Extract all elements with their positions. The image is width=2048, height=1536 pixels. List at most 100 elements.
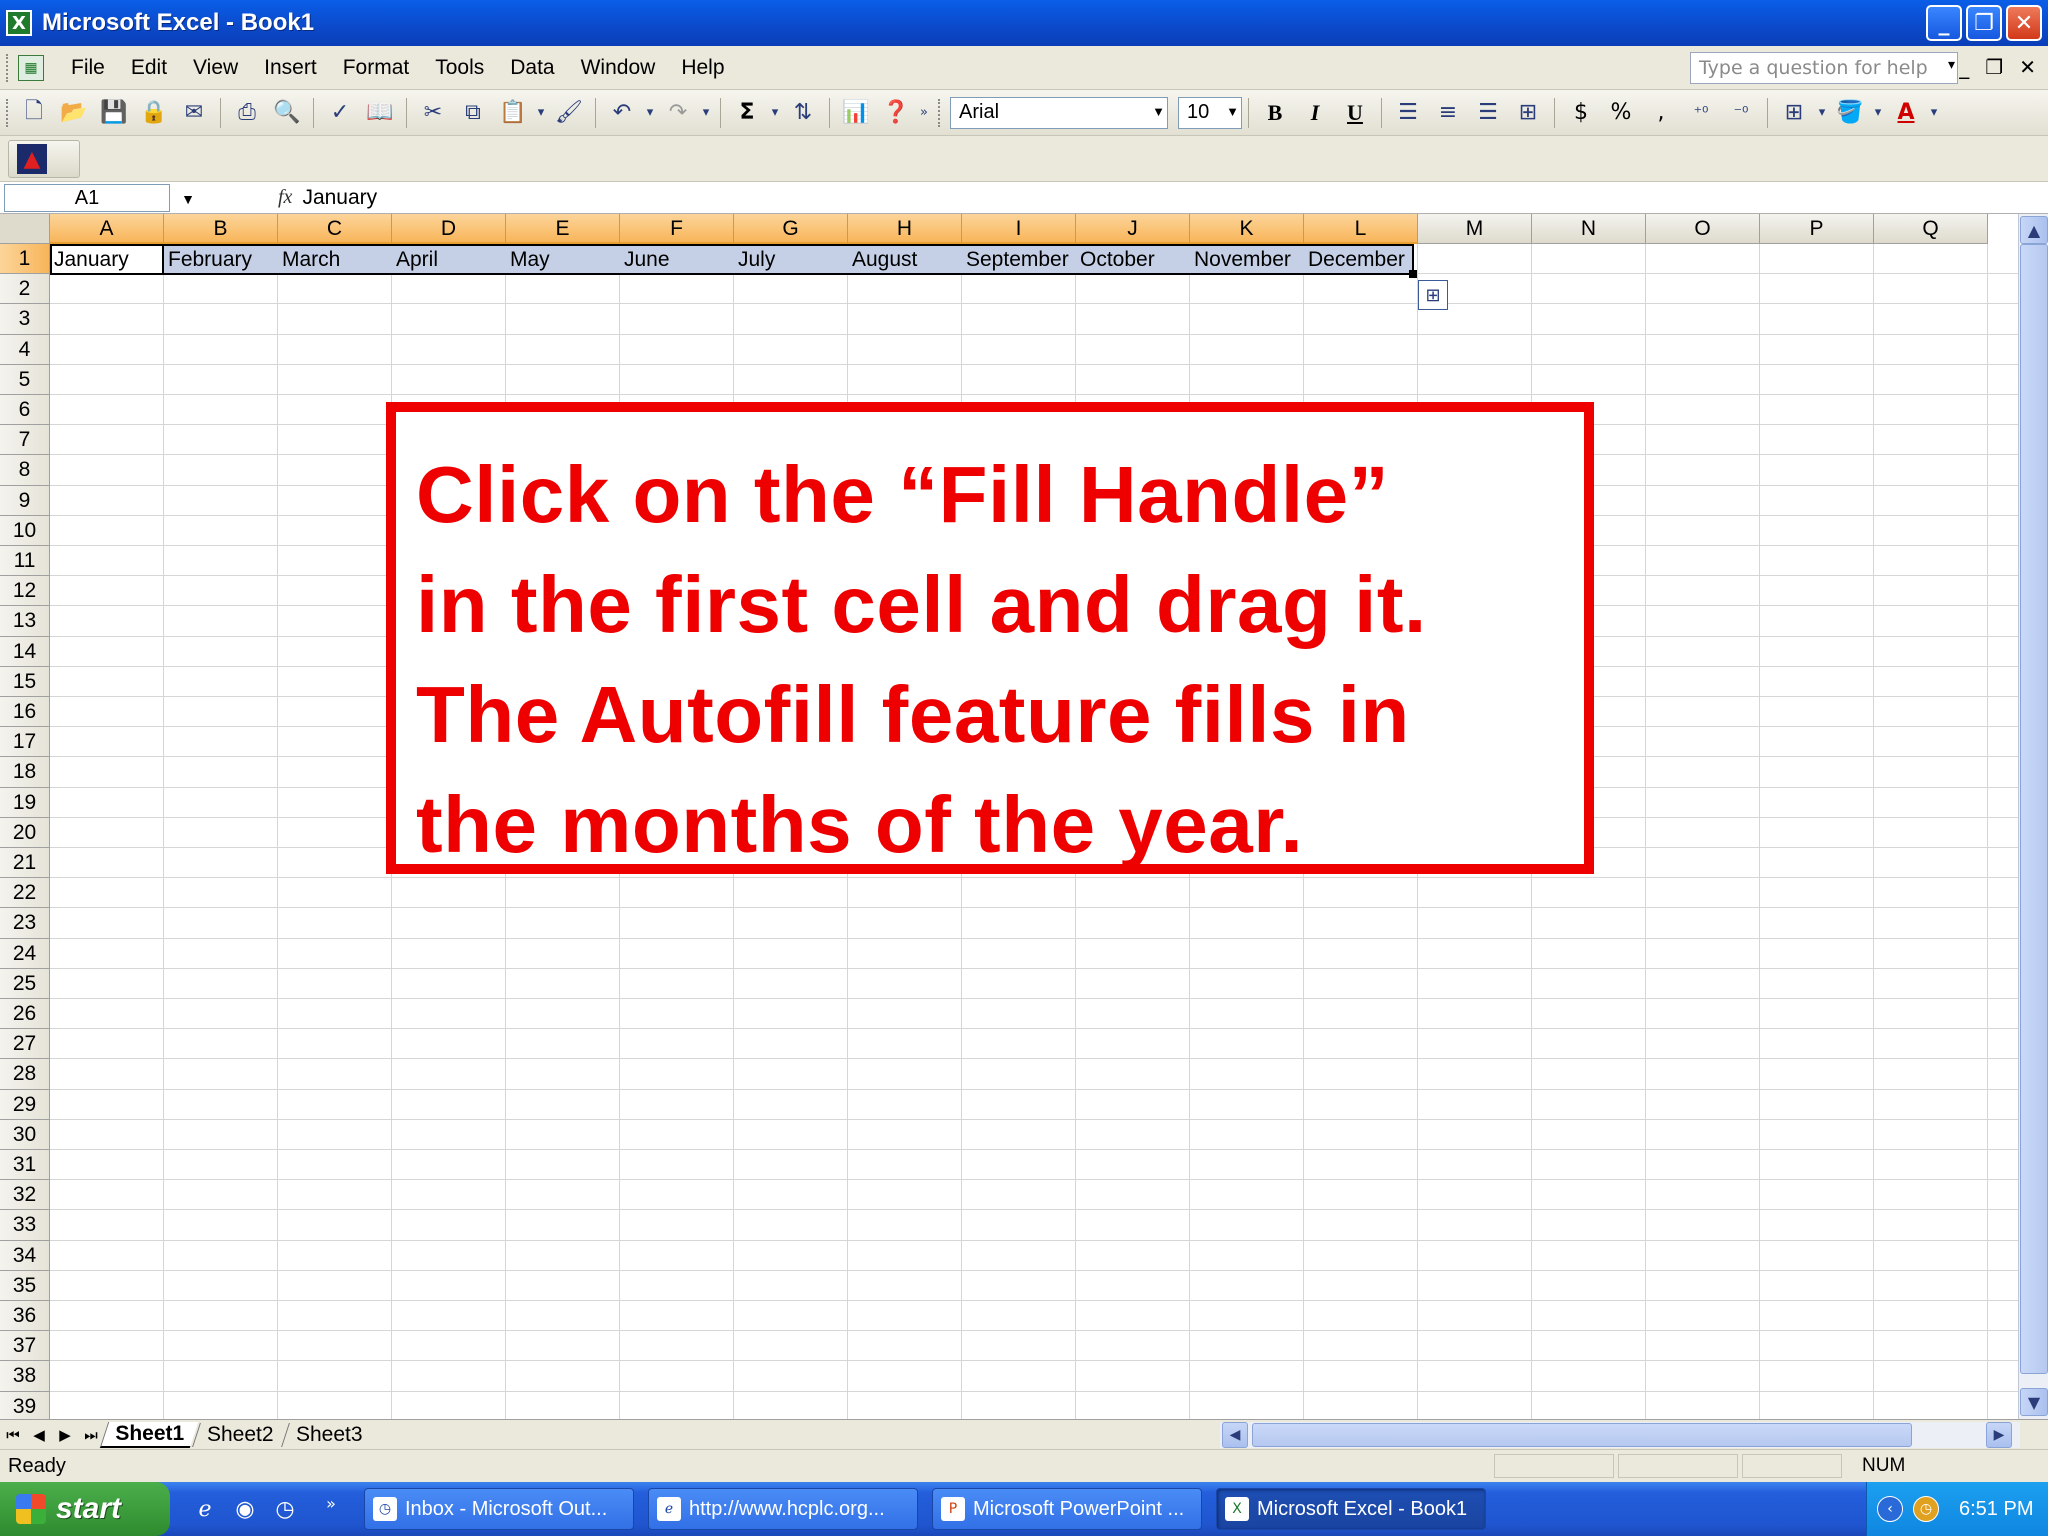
column-header-e[interactable]: E <box>506 214 620 244</box>
cell-d1[interactable]: April <box>393 246 505 274</box>
autosum-dropdown-icon[interactable]: ▾ <box>767 96 783 130</box>
bold-button[interactable]: B <box>1258 96 1292 130</box>
menu-window[interactable]: Window <box>568 56 669 80</box>
cell-a1[interactable]: January <box>51 246 163 274</box>
vertical-scrollbar[interactable]: ▲ ▼ <box>2018 214 2048 1419</box>
borders-icon[interactable]: ⊞ <box>1777 96 1811 130</box>
scroll-left-icon[interactable]: ◀ <box>1222 1422 1248 1448</box>
cell-l1[interactable]: December <box>1305 246 1417 274</box>
column-header-m[interactable]: M <box>1418 214 1532 244</box>
italic-button[interactable]: I <box>1298 96 1332 130</box>
redo-icon[interactable]: ↷ <box>661 96 695 130</box>
quicklaunch-more-icon[interactable]: » <box>316 1488 346 1518</box>
sheet-tab-sheet1[interactable]: Sheet1 <box>99 1421 199 1448</box>
scroll-up-icon[interactable]: ▲ <box>2020 216 2048 244</box>
font-color-icon[interactable]: A <box>1889 96 1923 130</box>
row-header-17[interactable]: 17 <box>0 727 50 758</box>
decrease-decimal-icon[interactable]: ⁻⁰ <box>1724 96 1758 130</box>
cell-k1[interactable]: November <box>1191 246 1303 274</box>
row-header-21[interactable]: 21 <box>0 848 50 879</box>
insert-function-icon[interactable]: fx <box>278 186 292 209</box>
row-header-22[interactable]: 22 <box>0 878 50 909</box>
cell-j1[interactable]: October <box>1077 246 1189 274</box>
fill-handle[interactable] <box>1409 270 1417 278</box>
chart-wizard-icon[interactable]: 📊 <box>839 96 873 130</box>
format-toolbar-grip[interactable] <box>938 98 946 127</box>
cell-c1[interactable]: March <box>279 246 391 274</box>
font-size-select[interactable]: 10 ▼ <box>1178 96 1242 129</box>
font-name-select[interactable]: Arial ▼ <box>950 96 1168 129</box>
chevron-down-icon[interactable]: ▼ <box>1152 104 1165 119</box>
column-header-g[interactable]: G <box>734 214 848 244</box>
align-center-icon[interactable]: ≡ <box>1431 96 1465 130</box>
scroll-right-icon[interactable]: ▶ <box>1986 1422 2012 1448</box>
cell-e1[interactable]: May <box>507 246 619 274</box>
sheet-tab-sheet3[interactable]: Sheet3 <box>281 1422 377 1447</box>
menu-format[interactable]: Format <box>330 56 423 80</box>
chevron-down-icon[interactable]: ▾ <box>1948 57 1955 73</box>
menu-help[interactable]: Help <box>668 56 737 80</box>
column-header-f[interactable]: F <box>620 214 734 244</box>
align-right-icon[interactable]: ☰ <box>1471 96 1505 130</box>
scroll-down-icon[interactable]: ▼ <box>2020 1388 2048 1416</box>
row-header-36[interactable]: 36 <box>0 1301 50 1332</box>
row-header-39[interactable]: 39 <box>0 1391 50 1419</box>
row-header-1[interactable]: 1 <box>0 244 50 275</box>
column-header-o[interactable]: O <box>1646 214 1760 244</box>
row-header-20[interactable]: 20 <box>0 817 50 848</box>
column-header-i[interactable]: I <box>962 214 1076 244</box>
menu-tools[interactable]: Tools <box>422 56 497 80</box>
undo-dropdown-icon[interactable]: ▾ <box>642 96 658 130</box>
redo-dropdown-icon[interactable]: ▾ <box>698 96 714 130</box>
toolbar-options-icon[interactable]: » <box>916 96 932 130</box>
menu-data[interactable]: Data <box>497 56 567 80</box>
row-header-37[interactable]: 37 <box>0 1331 50 1362</box>
last-sheet-icon[interactable]: ⏭ <box>78 1426 104 1444</box>
row-header-32[interactable]: 32 <box>0 1180 50 1211</box>
print-icon[interactable]: ⎙ <box>230 96 264 130</box>
row-header-38[interactable]: 38 <box>0 1361 50 1392</box>
task-excel[interactable]: X Microsoft Excel - Book1 <box>1216 1488 1486 1530</box>
cell-h1[interactable]: August <box>849 246 961 274</box>
paste-icon[interactable]: 📋 <box>496 96 530 130</box>
doc-restore-icon[interactable]: ❐ <box>1985 55 2003 79</box>
undo-icon[interactable]: ↶ <box>605 96 639 130</box>
cell-b1[interactable]: February <box>165 246 277 274</box>
row-header-34[interactable]: 34 <box>0 1240 50 1271</box>
vertical-scroll-thumb[interactable] <box>2020 244 2048 1374</box>
borders-dropdown-icon[interactable]: ▾ <box>1814 96 1830 130</box>
column-header-a[interactable]: A <box>50 214 164 244</box>
row-header-6[interactable]: 6 <box>0 395 50 426</box>
row-header-9[interactable]: 9 <box>0 485 50 516</box>
spelling-icon[interactable]: ✓ <box>323 96 357 130</box>
row-header-24[interactable]: 24 <box>0 938 50 969</box>
close-button[interactable]: ✕ <box>2006 5 2042 41</box>
copy-icon[interactable]: ⧉ <box>456 96 490 130</box>
research-icon[interactable]: 📖 <box>363 96 397 130</box>
help-search-input[interactable]: Type a question for help ▾ <box>1690 52 1958 84</box>
column-header-q[interactable]: Q <box>1874 214 1988 244</box>
help-icon[interactable]: ❓ <box>879 96 913 130</box>
minimize-button[interactable]: _ <box>1926 5 1962 41</box>
column-header-l[interactable]: L <box>1304 214 1418 244</box>
row-header-16[interactable]: 16 <box>0 697 50 728</box>
cut-icon[interactable]: ✂ <box>416 96 450 130</box>
select-all-corner[interactable] <box>0 214 50 244</box>
document-icon[interactable]: ▦ <box>18 54 44 81</box>
menu-edit[interactable]: Edit <box>118 56 180 80</box>
percent-button[interactable]: % <box>1604 96 1638 130</box>
row-header-8[interactable]: 8 <box>0 455 50 486</box>
formula-input[interactable]: January <box>302 186 377 210</box>
row-header-3[interactable]: 3 <box>0 304 50 335</box>
column-header-k[interactable]: K <box>1190 214 1304 244</box>
row-header-13[interactable]: 13 <box>0 606 50 637</box>
name-box[interactable]: A1 ▼ <box>4 183 195 212</box>
row-header-7[interactable]: 7 <box>0 425 50 456</box>
column-header-j[interactable]: J <box>1076 214 1190 244</box>
menu-view[interactable]: View <box>180 56 251 80</box>
merge-center-icon[interactable]: ⊞ <box>1511 96 1545 130</box>
tray-clock-icon[interactable]: ◷ <box>1913 1496 1939 1522</box>
underline-button[interactable]: U <box>1338 96 1372 130</box>
row-header-35[interactable]: 35 <box>0 1270 50 1301</box>
task-outlook[interactable]: ◷ Inbox - Microsoft Out... <box>364 1488 634 1530</box>
